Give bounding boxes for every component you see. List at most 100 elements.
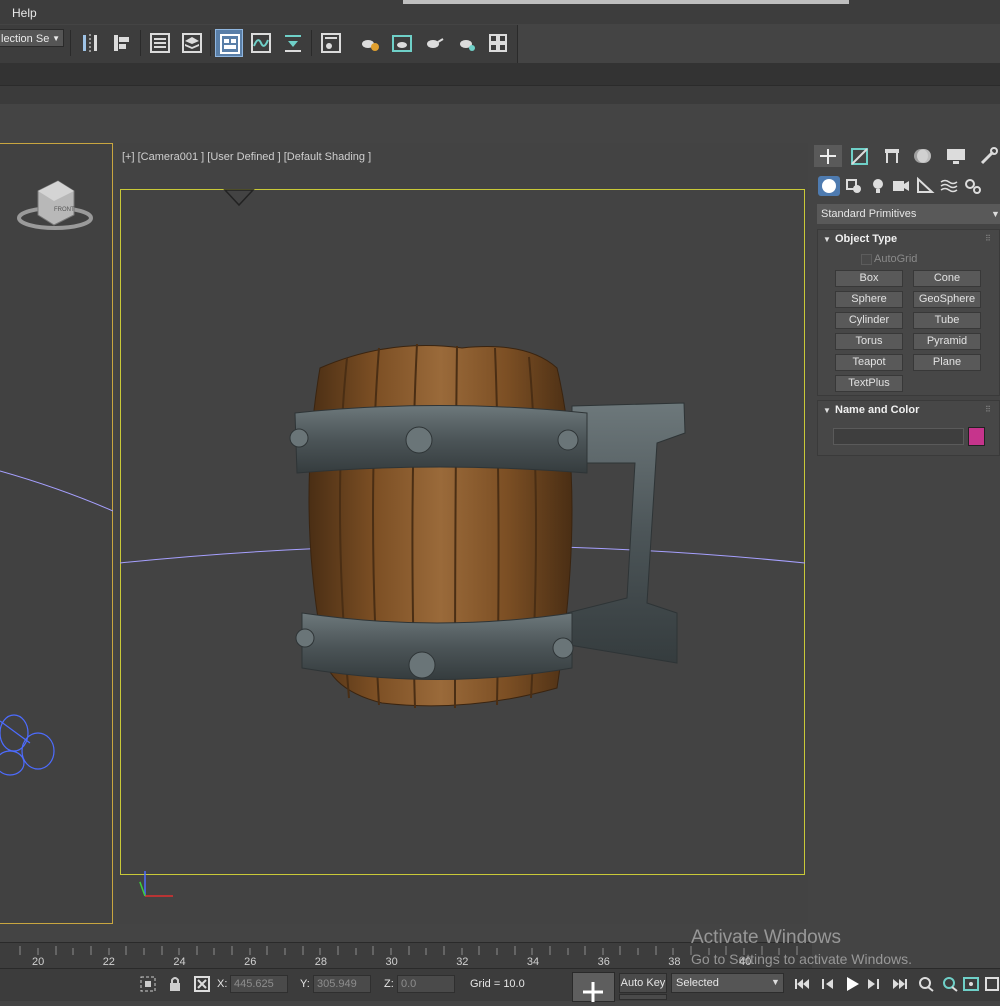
geometry-category-dropdown[interactable]: Standard Primitives [817,204,1000,224]
tube-button[interactable]: Tube [913,312,981,329]
tab-display[interactable] [942,145,970,167]
menu-item-help[interactable]: Help [12,6,37,20]
rendered-frame-window-button[interactable] [388,29,416,57]
category-space-warps[interactable] [938,176,960,196]
lock-icon[interactable] [167,975,183,996]
category-lights[interactable] [867,176,889,196]
magnifier-icon [919,977,934,992]
play-icon [847,977,859,991]
layer-explorer-button[interactable] [178,29,206,57]
left-viewport-scene: FRONT [0,180,113,776]
z-coord-field[interactable]: 0.0 [397,975,455,993]
hierarchy-icon [885,149,899,163]
object-type-title[interactable]: Object Type [817,229,1000,249]
zoom-extents-icon [963,977,979,991]
category-geometry[interactable] [818,176,840,196]
isolate-selection-icon[interactable] [139,975,157,996]
textplus-button[interactable]: TextPlus [835,375,903,392]
x-coord-field[interactable]: 445.625 [230,975,288,993]
layers-icon [182,33,202,53]
zoom-button[interactable] [916,976,936,992]
skip-start-icon [795,979,809,989]
object-name-input[interactable] [833,428,964,445]
track-bar-tick-label: 32 [456,956,469,968]
tab-motion[interactable] [910,145,938,167]
skip-end-icon [893,979,907,989]
render-in-cloud-button[interactable] [452,29,480,57]
absolute-transform-icon[interactable] [193,975,211,996]
viewcube-front-face-text: FRONT [54,207,75,213]
render-production-button[interactable] [420,29,448,57]
cone-button[interactable]: Cone [913,270,981,287]
ribbon-icon [220,34,240,54]
plane-button[interactable]: Plane [913,354,981,371]
curve-editor-button[interactable] [247,29,275,57]
zoom-all-button[interactable] [940,976,960,992]
track-bar-tick-label: 28 [314,956,328,968]
align-button[interactable] [108,29,136,57]
a360-gallery-button[interactable] [484,29,512,57]
mirror-button[interactable] [76,29,104,57]
category-helpers[interactable] [914,176,936,196]
frame-window-icon [392,35,412,52]
wrench-icon [980,147,998,165]
title-bar-edge [403,0,583,4]
schematic-icon [285,35,301,52]
previous-frame-icon [822,979,833,989]
category-cameras[interactable] [890,176,912,196]
teapot-gear-icon [362,40,379,51]
camera-icon [893,181,909,191]
previous-frame-button[interactable] [818,976,838,992]
ribbon-toggle-button[interactable] [215,29,243,57]
y-coord-field[interactable]: 305.949 [313,975,371,993]
track-bar-tick-label: 30 [385,956,398,968]
scene-explorer-button[interactable] [146,29,174,57]
named-selection-set-dropdown[interactable]: lection Se ▼ [0,29,64,47]
modify-icon [851,148,868,165]
grid-size-readout: Grid = 10.0 [470,978,525,990]
zoom-extents-button[interactable] [962,976,982,992]
sphere-button[interactable]: Sphere [835,291,903,308]
next-frame-button[interactable] [864,976,884,992]
go-to-start-button[interactable] [792,976,812,992]
key-filter-value: Selected [676,977,719,989]
tab-modify[interactable] [846,145,874,167]
activate-windows-subtitle: Go to Settings to activate Windows. [691,951,912,967]
key-filter-dropdown[interactable]: Selected [671,973,784,993]
category-systems[interactable] [962,176,984,196]
pyramid-button[interactable]: Pyramid [913,333,981,350]
zoom-extents-all-button[interactable] [984,976,1000,992]
cylinder-button[interactable]: Cylinder [835,312,903,329]
tab-utilities[interactable] [974,145,1000,167]
zoom-all-icon [943,977,958,992]
teapot-button[interactable]: Teapot [835,354,903,371]
named-selection-set-value: lection Se [1,33,50,45]
material-editor-icon [321,33,341,53]
autogrid-checkbox[interactable] [861,254,872,265]
render-setup-button[interactable] [356,29,384,57]
tab-create[interactable] [814,145,842,167]
ribbon-area [0,63,1000,85]
wave-icon [940,179,958,193]
gears-icon [965,179,981,194]
set-key-button[interactable] [619,994,667,1000]
material-editor-button[interactable] [317,29,345,57]
align-icon [114,35,129,51]
rollout-grip-icon: ⠿ [985,234,991,243]
schematic-view-button[interactable] [279,29,307,57]
track-bar-tick-label: 36 [597,956,610,968]
object-color-swatch[interactable] [968,427,985,446]
chevron-down-icon: ▼ [52,34,60,43]
auto-key-button[interactable]: Auto Key [619,973,667,993]
go-to-end-button[interactable] [890,976,910,992]
plus-icon [583,982,603,1002]
torus-button[interactable]: Torus [835,333,903,350]
add-time-tag-button[interactable] [572,972,615,1002]
category-shapes[interactable] [843,176,865,196]
geosphere-button[interactable]: GeoSphere [913,291,981,308]
plus-icon [820,149,836,164]
name-and-color-title[interactable]: Name and Color [817,400,1000,420]
tab-hierarchy[interactable] [878,145,906,167]
box-button[interactable]: Box [835,270,903,287]
play-button[interactable] [842,976,862,992]
